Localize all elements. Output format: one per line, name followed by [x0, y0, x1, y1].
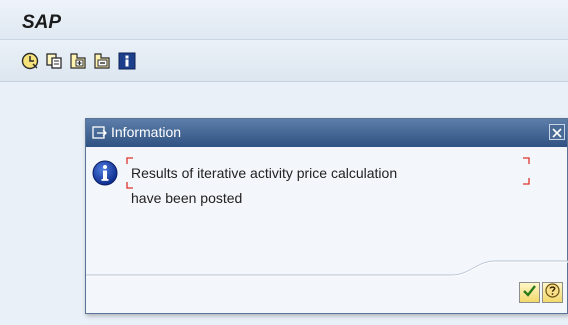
help-icon — [545, 283, 560, 302]
focus-marker-top-left — [126, 157, 133, 164]
information-icon — [92, 160, 118, 190]
continue-button[interactable] — [519, 282, 540, 303]
info-icon — [118, 52, 136, 70]
focus-marker-top-right — [523, 157, 530, 164]
copy-icon — [45, 52, 63, 70]
dialog-window-icon — [92, 125, 107, 144]
information-dialog: Information Results of iterative activit… — [85, 118, 568, 314]
close-button[interactable] — [549, 124, 565, 140]
dialog-header: Information — [86, 119, 567, 147]
footer-divider — [86, 260, 568, 277]
checkmark-icon — [522, 283, 537, 302]
expand-icon — [69, 52, 87, 70]
information-button[interactable] — [117, 51, 137, 71]
execute-clock-icon — [21, 52, 39, 70]
window-title: SAP — [22, 12, 62, 33]
message-line-1: Results of iterative activity price calc… — [131, 165, 398, 181]
collapse-icon — [93, 52, 111, 70]
help-button[interactable] — [542, 282, 563, 303]
collapse-button[interactable] — [92, 51, 112, 71]
copy-button[interactable] — [44, 51, 64, 71]
application-toolbar — [0, 40, 568, 82]
message-line-2: have been posted — [131, 190, 243, 206]
focus-marker-bottom-left — [126, 182, 133, 189]
expand-button[interactable] — [68, 51, 88, 71]
dialog-title: Information — [111, 124, 182, 140]
title-bar: SAP — [0, 0, 568, 40]
focus-marker-bottom-right — [523, 178, 530, 185]
execute-button[interactable] — [20, 51, 40, 71]
close-icon — [552, 123, 562, 142]
